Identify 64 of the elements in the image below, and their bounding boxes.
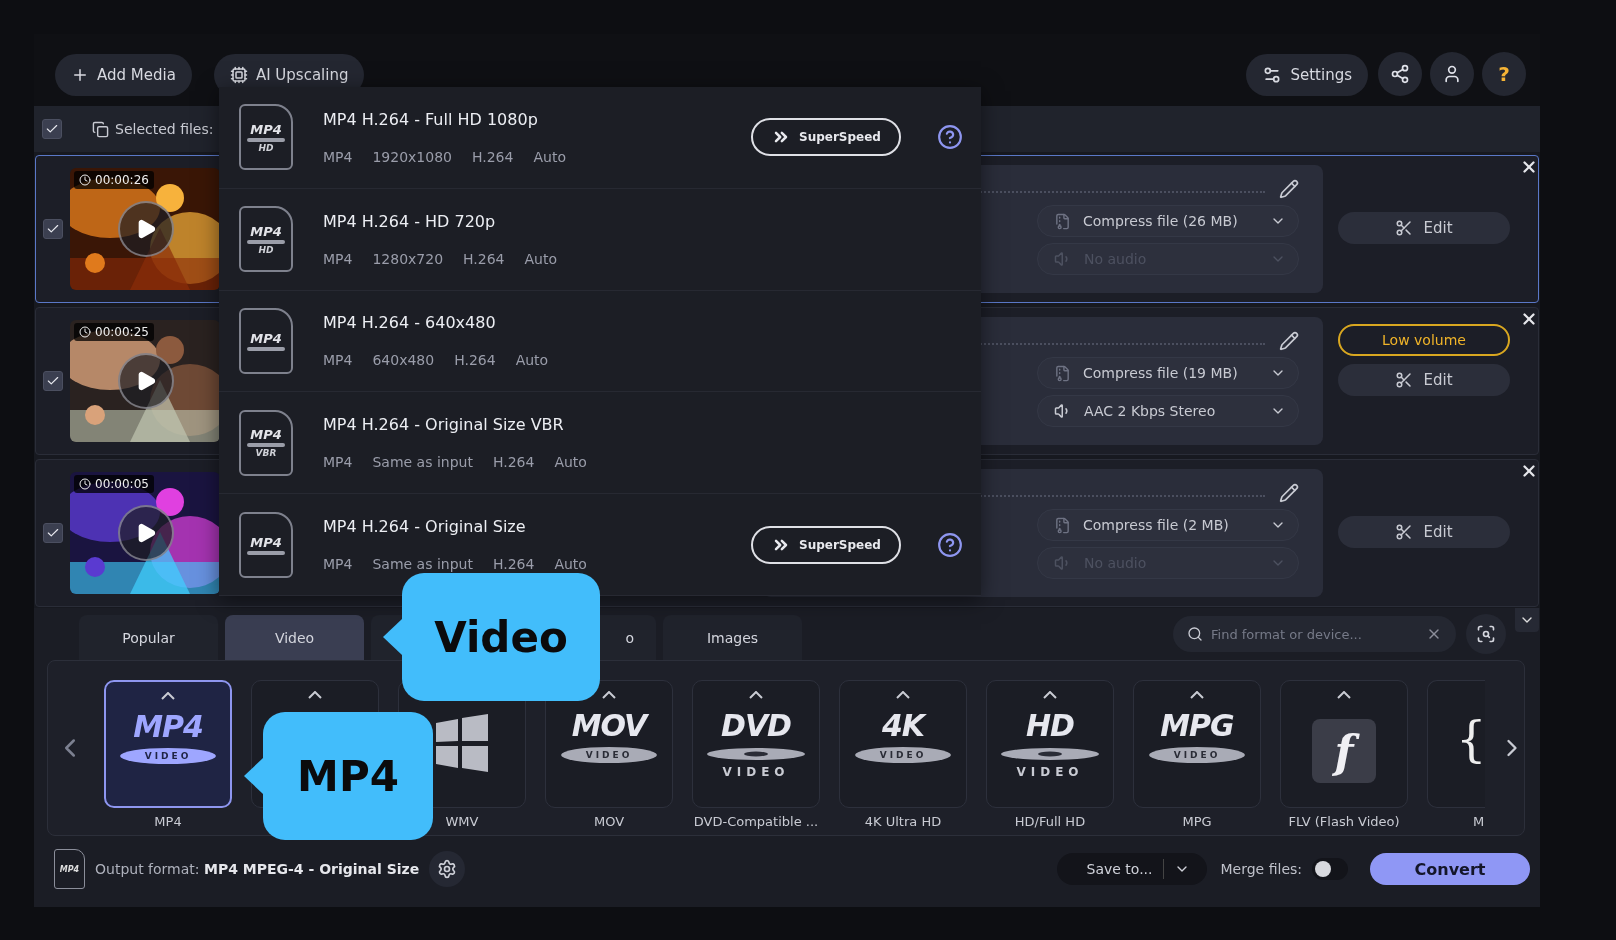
preset-spec: MP4 (323, 556, 353, 573)
format-label: DVD-Compatible ... (693, 814, 819, 829)
output-format-text: Output format: MP4 MPEG-4 - Original Size (95, 861, 420, 877)
preset-title: MP4 H.264 - Original Size VBR (323, 415, 565, 435)
format-label: M (1472, 814, 1485, 829)
preset-spec: MP4 (323, 352, 353, 369)
preset-spec: Auto (515, 352, 549, 369)
preset-spec: H.264 (492, 556, 535, 573)
format-logo-band: VIDEO (120, 748, 216, 764)
file-icon-text: MP4 (250, 427, 282, 443)
format-logo-band: VIDEO (1149, 747, 1245, 763)
file-icon-text: MP4 (250, 331, 282, 346)
file-icon-subtitle: VBR (255, 448, 277, 459)
format-label: HD/Full HD (1014, 814, 1086, 829)
format-logo-subtitle: VIDEO (1016, 765, 1084, 779)
preset-spec: Same as input (372, 454, 473, 471)
format-label: FLV (Flash Video) (1288, 814, 1400, 829)
file-icon-text: MP4 (250, 223, 282, 239)
preset-spec: Same as input (372, 556, 473, 573)
preset-title: MP4 H.264 - HD 720p (323, 211, 497, 231)
duration-badge: 00:00:26 (74, 171, 154, 189)
brace-logo: { (1456, 711, 1487, 767)
preset-spec: 1920x1080 (372, 148, 452, 165)
preset-spec: Auto (554, 556, 587, 573)
format-logo: DVD (721, 709, 791, 743)
preset-spec: Auto (554, 454, 587, 471)
format-logo: MOV (571, 709, 647, 743)
preset-spec: MP4 (323, 454, 353, 471)
format-logo-band: VIDEO (561, 747, 657, 763)
preset-spec: MP4 (323, 250, 353, 267)
preset-spec: H.264 (463, 250, 505, 267)
preset-spec: H.264 (454, 352, 496, 369)
preset-spec: MP4 (323, 148, 353, 165)
format-logo: MPG (1160, 709, 1234, 743)
format-logo: HD (1026, 709, 1074, 743)
format-label: MP4 (154, 814, 182, 829)
preset-spec: H.264 (472, 148, 514, 165)
preset-spec: 1280x720 (372, 250, 444, 267)
preset-title: MP4 H.264 - Original Size (323, 517, 527, 537)
preset-spec: Auto (524, 250, 558, 267)
file-icon-text: MP4 (250, 121, 282, 137)
file-icon-subtitle: HD (258, 244, 274, 255)
file-icon-subtitle: HD (258, 142, 274, 153)
flash-logo: f (1312, 719, 1376, 783)
format-logo-subtitle: VIDEO (722, 765, 790, 779)
duration-badge: 00:00:05 (74, 475, 154, 493)
duration-badge: 00:00:25 (74, 323, 154, 341)
format-logo-band: VIDEO (855, 747, 951, 763)
merge-files-label: Merge files: (1220, 861, 1302, 877)
format-label: MPG (1182, 814, 1212, 829)
format-logo: MP4 (133, 710, 203, 744)
preset-title: MP4 H.264 - Full HD 1080p (323, 109, 539, 129)
file-icon-text: MP4 (250, 534, 282, 550)
format-label: 4K Ultra HD (864, 814, 942, 829)
preset-title: MP4 H.264 - 640x480 (323, 313, 497, 333)
format-label: WMV (445, 814, 479, 829)
format-logo: 4K (881, 709, 925, 743)
format-label: MOV (593, 814, 625, 829)
preset-spec: H.264 (492, 454, 535, 471)
low-volume-badge: Low volume (1338, 324, 1510, 356)
selected-files-label: Selected files: (115, 121, 214, 137)
file-icon-text: MP4 (59, 864, 80, 874)
preset-spec: Auto (533, 148, 566, 165)
preset-spec: 640x480 (372, 352, 435, 369)
